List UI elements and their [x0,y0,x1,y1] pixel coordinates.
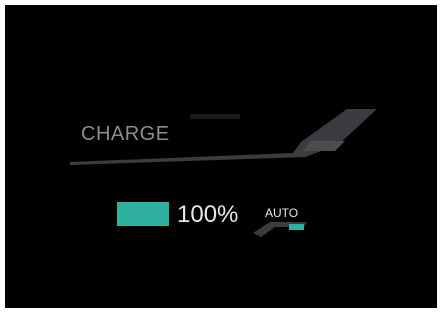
faint-marking [190,114,240,119]
charge-title: CHARGE [81,123,170,145]
charge-screen: CHARGE 100% AUTO [5,5,437,308]
battery-icon [117,202,169,226]
charge-percent: 100% [177,201,239,228]
auto-mode-label[interactable]: AUTO [265,206,298,220]
auto-indicator-icon [289,224,304,230]
decorative-stripes [70,109,377,237]
